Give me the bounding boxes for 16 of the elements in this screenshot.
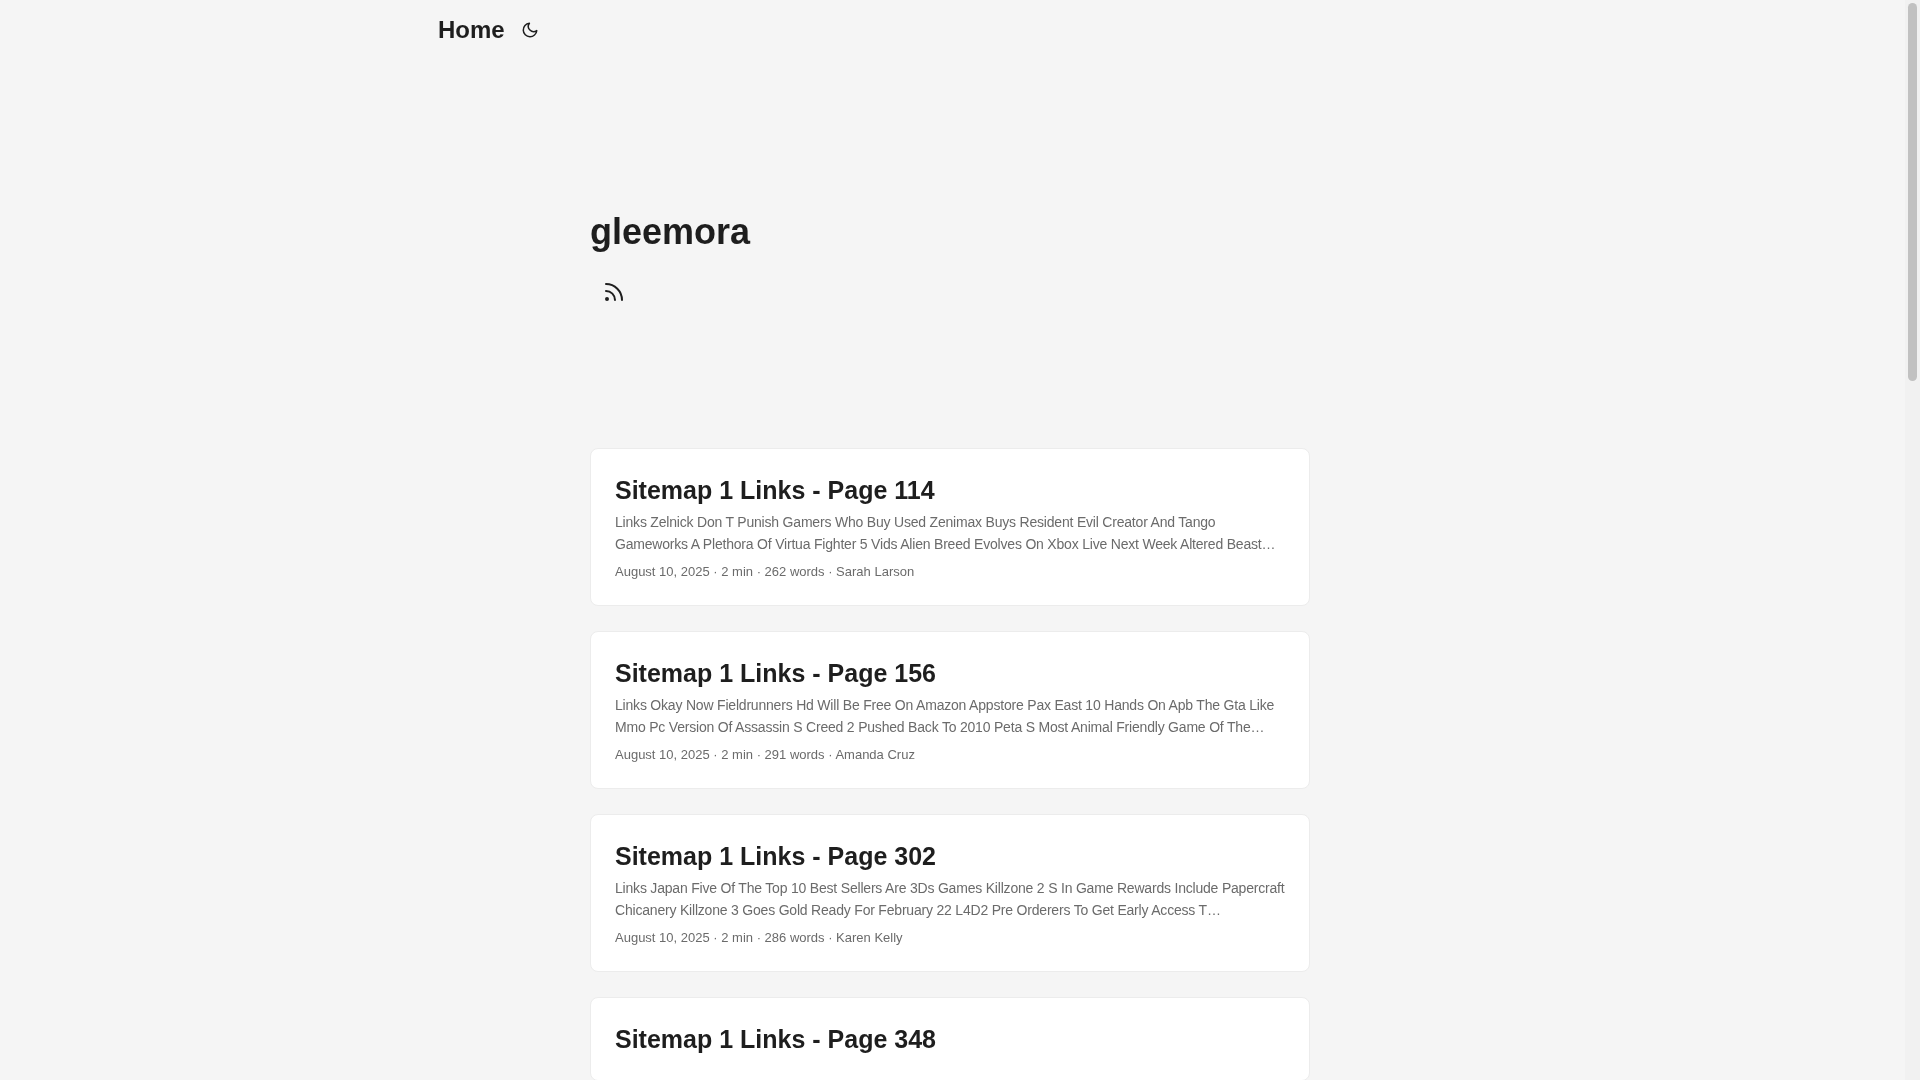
post-title: Sitemap 1 Links - Page 156 — [615, 658, 937, 689]
post-summary: Links Okay Now Fieldrunners Hd Will Be Free On Amazon Appstore Pax East 10 Hands On Apb The Gta Like Mmo Pc Version Of Assassin S Creed 2 Pushed Back To 2010 Peta S Most Animal Friendly Game Of The… — [615, 696, 1276, 737]
post-summary: Links Japan Five Of The Top 10 Best Sellers Are 3Ds Games Killzone 2 S In Game Rewards Include Papercraft Chicanery Killzone 3 Goes Gold Ready For February 22 L4D2 Pre Orderers To Get Early Access T… — [615, 879, 1285, 920]
post-title: Sitemap 1 Links - Page 302 — [615, 841, 937, 872]
scrollbar[interactable] — [1905, 0, 1920, 1080]
rss-icon[interactable] — [602, 280, 626, 304]
post-meta: August 10, 2025 · 2 min · 286 words · Karen Kelly — [615, 929, 904, 947]
post-title: Sitemap 1 Links - Page 348 — [615, 1024, 937, 1055]
post-card[interactable]: Sitemap 1 Links - Page 348 — [590, 997, 1310, 1080]
moon-icon[interactable] — [520, 21, 539, 39]
post-summary: Links Zelnick Don T Punish Gamers Who Buy Used Zenimax Buys Resident Evil Creator And Tango Gameworks A Plethora Of Virtua Fighter 5 Vids Alien Breed Evolves On Xbox Live Next Week Altered Beast… — [615, 513, 1277, 554]
post-meta: August 10, 2025 · 2 min · 262 words · Sarah Larson — [615, 563, 916, 581]
profile-title: gleemora — [590, 210, 752, 254]
post-title: Sitemap 1 Links - Page 114 — [615, 475, 936, 506]
post-meta: August 10, 2025 · 2 min · 291 words · Amanda Cruz — [615, 746, 916, 764]
home-link[interactable]: Home — [438, 12, 505, 48]
